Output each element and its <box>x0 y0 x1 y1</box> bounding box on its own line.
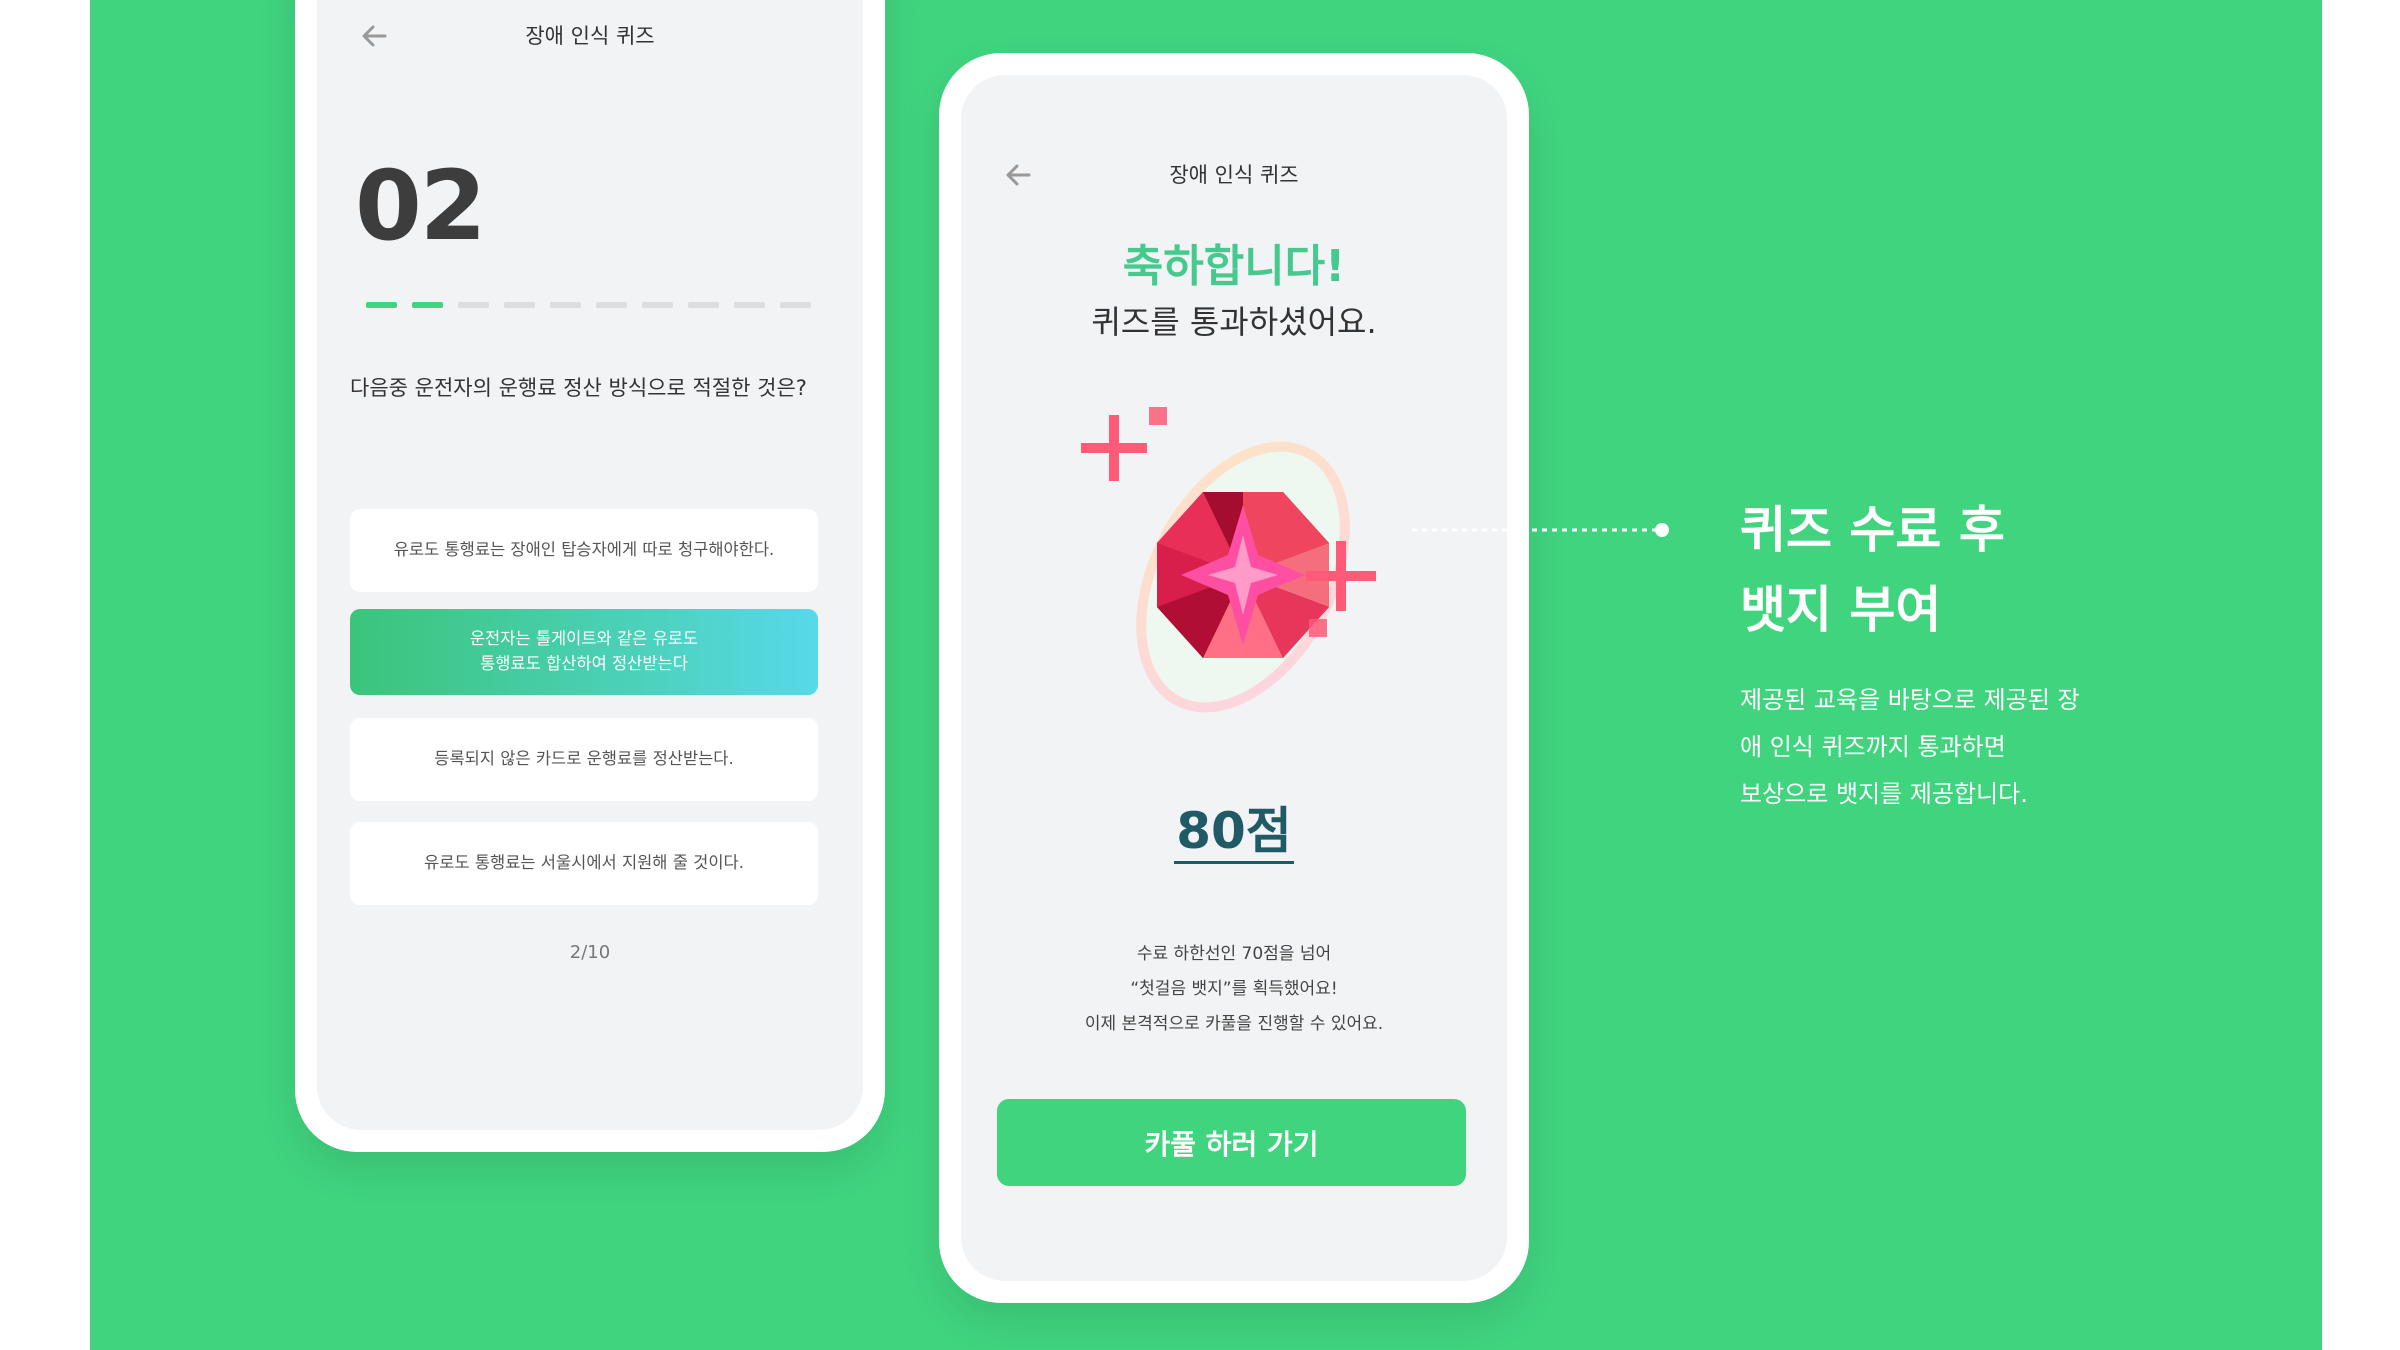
quiz-header-title: 장애 인식 퀴즈 <box>525 24 655 48</box>
progress-segment <box>550 302 581 308</box>
page-indicator: 2/10 <box>569 942 611 963</box>
annotation-description-line: 제공된 교육을 바탕으로 제공된 장 <box>1740 686 2080 714</box>
go-carpool-button[interactable]: 카풀 하러 가기 <box>997 1099 1466 1186</box>
phone-quiz-screen: 장애 인식 퀴즈 02 다음중 운전자의 운행료 정산 방식으로 적절한 것은?… <box>295 0 885 1152</box>
result-header-title: 장애 인식 퀴즈 <box>1169 163 1299 187</box>
score-display: 80점 <box>961 802 1507 864</box>
result-screen: 장애 인식 퀴즈 축하합니다! 퀴즈를 통과하셨어요. 80점 수료 하한선인 … <box>961 75 1507 1281</box>
answer-option-2-selected[interactable]: 운전자는 톨게이트와 같은 유로도 통행료도 합산하여 정산받는다 <box>350 609 818 695</box>
progress-segment <box>734 302 765 308</box>
ruby-badge-icon <box>1073 395 1403 765</box>
progress-segment-complete <box>412 302 443 308</box>
phone-result-screen: 장애 인식 퀴즈 축하합니다! 퀴즈를 통과하셨어요. 80점 수료 하한선인 … <box>939 53 1529 1303</box>
progress-segment <box>596 302 627 308</box>
annotation-title-line: 뱃지 부여 <box>1740 581 1942 639</box>
quiz-screen: 장애 인식 퀴즈 02 다음중 운전자의 운행료 정산 방식으로 적절한 것은?… <box>317 0 863 1130</box>
quiz-progress-indicator <box>366 302 811 308</box>
annotation-description-line: 애 인식 퀴즈까지 통과하면 <box>1740 733 2006 761</box>
progress-segment <box>642 302 673 308</box>
congrats-heading: 축하합니다! <box>1122 241 1346 292</box>
question-number: 02 <box>355 150 487 262</box>
score-value: 80점 <box>1174 802 1294 864</box>
annotation-connector <box>1412 520 1672 540</box>
result-description: 수료 하한선인 70점을 넘어 “첫걸음 뱃지”를 획득했어요! 이제 본격적으… <box>961 937 1507 1042</box>
annotation-title: 퀴즈 수료 후 뱃지 부여 <box>1740 490 2005 650</box>
progress-segment <box>688 302 719 308</box>
question-text: 다음중 운전자의 운행료 정산 방식으로 적절한 것은? <box>350 376 807 400</box>
answer-option-4[interactable]: 유로도 통행료는 서울시에서 지원해 줄 것이다. <box>350 822 818 905</box>
result-description-line: 이제 본격적으로 카풀을 진행할 수 있어요. <box>1084 1013 1384 1034</box>
result-description-line: 수료 하한선인 70점을 넘어 <box>1136 944 1332 964</box>
progress-segment-complete <box>366 302 397 308</box>
progress-segment <box>458 302 489 308</box>
gem-shape <box>1157 492 1329 658</box>
answer-option-3[interactable]: 등록되지 않은 카드로 운행료를 정산받는다. <box>350 718 818 801</box>
answer-option-1[interactable]: 유로도 통행료는 장애인 탑승자에게 따로 청구해야한다. <box>350 509 818 592</box>
passed-message: 퀴즈를 통과하셨어요. <box>1091 303 1377 341</box>
progress-segment <box>504 302 535 308</box>
annotation-title-line: 퀴즈 수료 후 <box>1740 501 2005 559</box>
annotation-description: 제공된 교육을 바탕으로 제공된 장 애 인식 퀴즈까지 통과하면 보상으로 뱃… <box>1740 677 2080 818</box>
result-description-line: “첫걸음 뱃지”를 획득했어요! <box>1130 978 1338 999</box>
progress-segment <box>780 302 811 308</box>
annotation-description-line: 보상으로 뱃지를 제공합니다. <box>1740 780 2028 808</box>
